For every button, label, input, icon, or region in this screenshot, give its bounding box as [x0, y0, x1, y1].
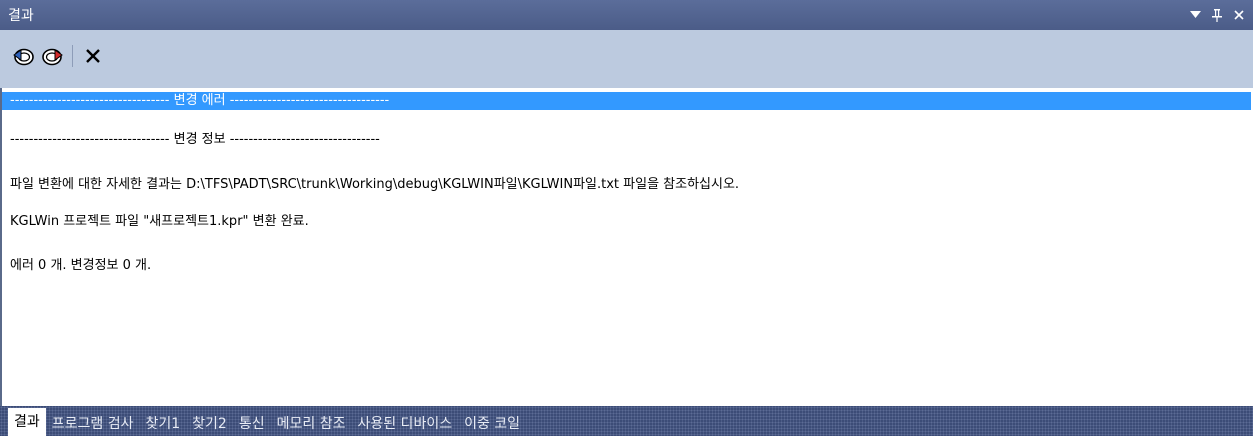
output-window: 결과 ---------------------------------- 변경… [0, 0, 1253, 436]
tab-communication[interactable]: 통신 [233, 412, 271, 436]
tab-bar: 결과 프로그램 검사 찾기1 찾기2 통신 메모리 참조 사용된 디바이스 이중… [0, 406, 1253, 436]
next-message-icon[interactable] [40, 44, 64, 68]
window-controls [1189, 8, 1253, 22]
tab-double-coil[interactable]: 이중 코일 [458, 412, 526, 436]
clear-icon[interactable] [81, 44, 105, 68]
output-line[interactable]: 파일 변환에 대한 자세한 결과는 D:\TFS\PADT\SRC\trunk\… [10, 176, 739, 194]
output-line[interactable]: 에러 0 개. 변경정보 0 개. [10, 257, 151, 275]
toolbar [0, 30, 1253, 88]
tab-find2[interactable]: 찾기2 [186, 412, 233, 436]
tab-result[interactable]: 결과 [8, 408, 46, 436]
output-line[interactable]: ---------------------------------- 변경 정보… [10, 131, 380, 149]
output-line[interactable]: KGLWin 프로젝트 파일 "새프로젝트1.kpr" 변환 완료. [10, 213, 309, 231]
output-list[interactable]: ---------------------------------- 변경 에러… [0, 88, 1253, 406]
tab-used-devices[interactable]: 사용된 디바이스 [351, 412, 458, 436]
title-bar: 결과 [0, 0, 1253, 30]
close-icon[interactable] [1233, 8, 1245, 22]
pin-icon[interactable] [1211, 8, 1223, 22]
tab-find1[interactable]: 찾기1 [140, 412, 187, 436]
toolbar-separator [72, 45, 73, 67]
output-line-selected[interactable]: ---------------------------------- 변경 에러… [2, 92, 1251, 110]
prev-message-icon[interactable] [12, 44, 36, 68]
dropdown-icon[interactable] [1189, 8, 1201, 22]
tab-program-check[interactable]: 프로그램 검사 [46, 412, 140, 436]
tab-memory-reference[interactable]: 메모리 참조 [271, 412, 352, 436]
window-title: 결과 [8, 8, 34, 24]
